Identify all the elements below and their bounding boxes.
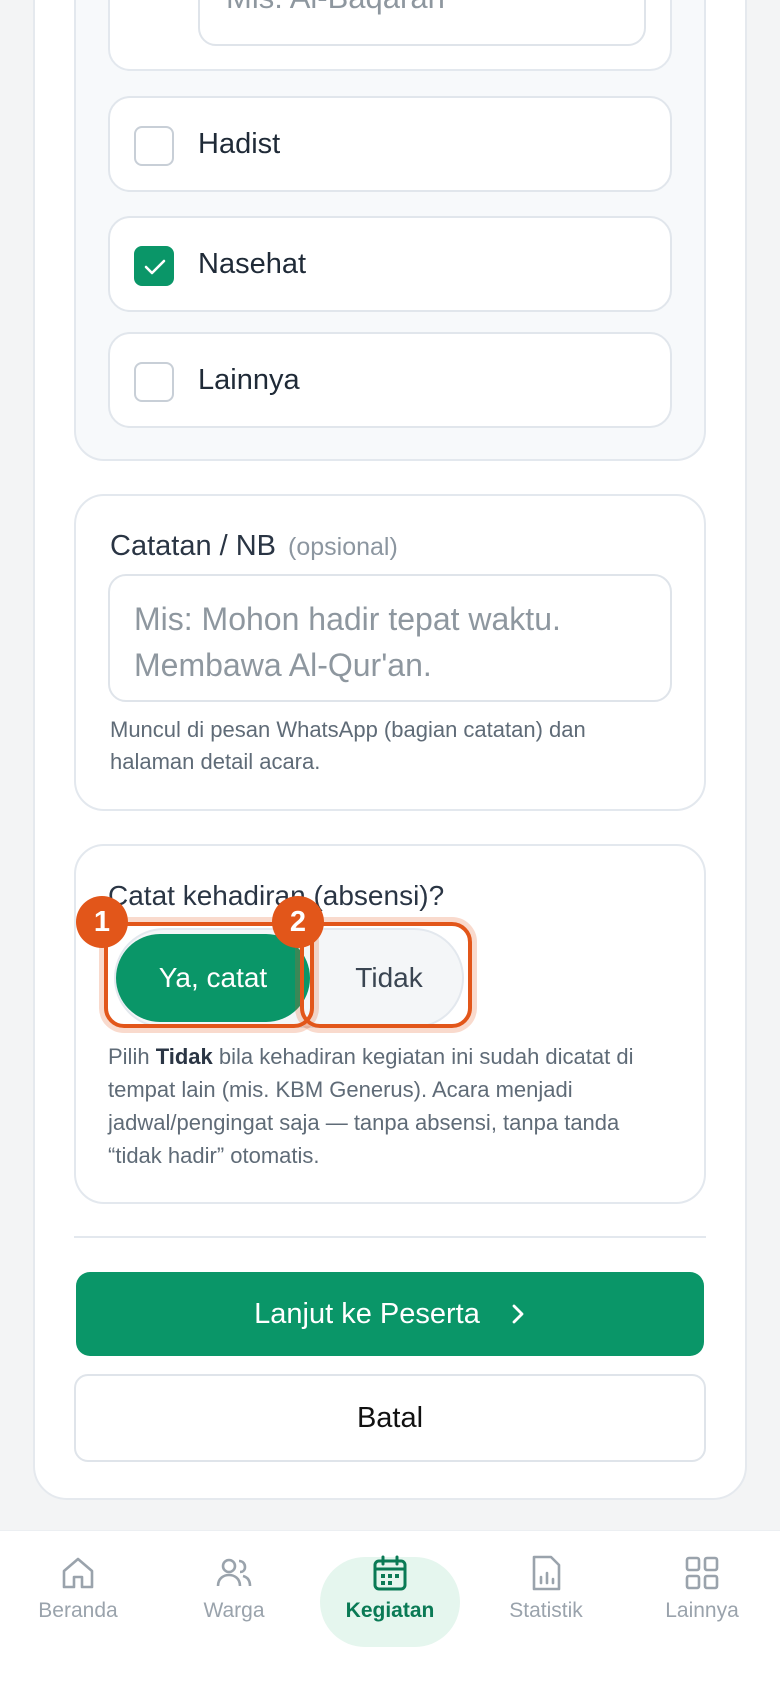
nav-label: Statistik: [509, 1599, 583, 1622]
nav-item-lainnya[interactable]: Lainnya: [632, 1553, 772, 1643]
nav-item-beranda[interactable]: Beranda: [8, 1553, 148, 1643]
nav-label: Warga: [203, 1599, 265, 1622]
annotation-box-2: [300, 922, 472, 1028]
notes-textarea[interactable]: Mis: Mohon hadir tepat waktu. Membawa Al…: [108, 574, 672, 702]
notes-title-text: Catatan / NB: [110, 530, 277, 562]
report-icon: [532, 1555, 561, 1591]
notes-placeholder-line2: Membawa Al-Qur'an.: [134, 647, 432, 683]
checkbox-lainnya[interactable]: [134, 362, 174, 402]
nav-item-kegiatan[interactable]: Kegiatan: [320, 1553, 460, 1643]
continue-label: Lanjut ke Peserta: [254, 1297, 480, 1330]
annotation-badge-1: 1: [76, 896, 128, 948]
nav-label: Kegiatan: [345, 1599, 435, 1622]
continue-button[interactable]: Lanjut ke Peserta: [76, 1272, 704, 1356]
notes-placeholder-line1: Mis: Mohon hadir tepat waktu.: [134, 601, 561, 637]
option-hadist[interactable]: Hadist: [108, 96, 672, 192]
nav-label: Lainnya: [665, 1599, 739, 1622]
optional-tag: (opsional): [288, 533, 398, 561]
cancel-button[interactable]: Batal: [74, 1374, 706, 1462]
option-label: Nasehat: [198, 248, 307, 280]
nav-item-warga[interactable]: Warga: [164, 1553, 304, 1643]
checkbox-hadist[interactable]: [134, 126, 174, 166]
home-icon: [62, 1557, 94, 1589]
check-icon: [144, 259, 166, 275]
nav-item-statistik[interactable]: Statistik: [476, 1553, 616, 1643]
hint-prefix: Pilih: [108, 1044, 156, 1069]
notes-panel: Catatan / NB (opsional) Mis: Mohon hadir …: [74, 494, 706, 811]
annotation-badge-2: 2: [272, 896, 324, 948]
surah-input[interactable]: Mis: Al-Baqarah: [198, 0, 646, 46]
hint-bold: Tidak: [155, 1044, 213, 1069]
divider: [74, 1236, 706, 1238]
grid-icon: [685, 1556, 719, 1590]
option-nasehat[interactable]: Nasehat: [108, 216, 672, 312]
option-label: Lainnya: [198, 364, 300, 396]
checkbox-nasehat[interactable]: [134, 246, 174, 286]
calendar-icon: [373, 1555, 407, 1591]
option-lainnya[interactable]: Lainnya: [108, 332, 672, 428]
option-label: Hadist: [198, 128, 281, 160]
nav-label: Beranda: [38, 1599, 118, 1622]
chevron-right-icon: [512, 1304, 524, 1324]
bottom-nav: Beranda Warga Kegiatan Statistik Lainnya: [0, 1530, 780, 1688]
notes-hint: Muncul di pesan WhatsApp (bagian catatan…: [110, 717, 586, 774]
surah-input-placeholder: Mis: Al-Baqarah: [226, 0, 445, 16]
users-icon: [216, 1558, 252, 1587]
notes-title: Catatan / NB (opsional): [110, 530, 398, 563]
attendance-hint: Pilih Tidak bila kehadiran kegiatan ini …: [108, 1040, 678, 1172]
